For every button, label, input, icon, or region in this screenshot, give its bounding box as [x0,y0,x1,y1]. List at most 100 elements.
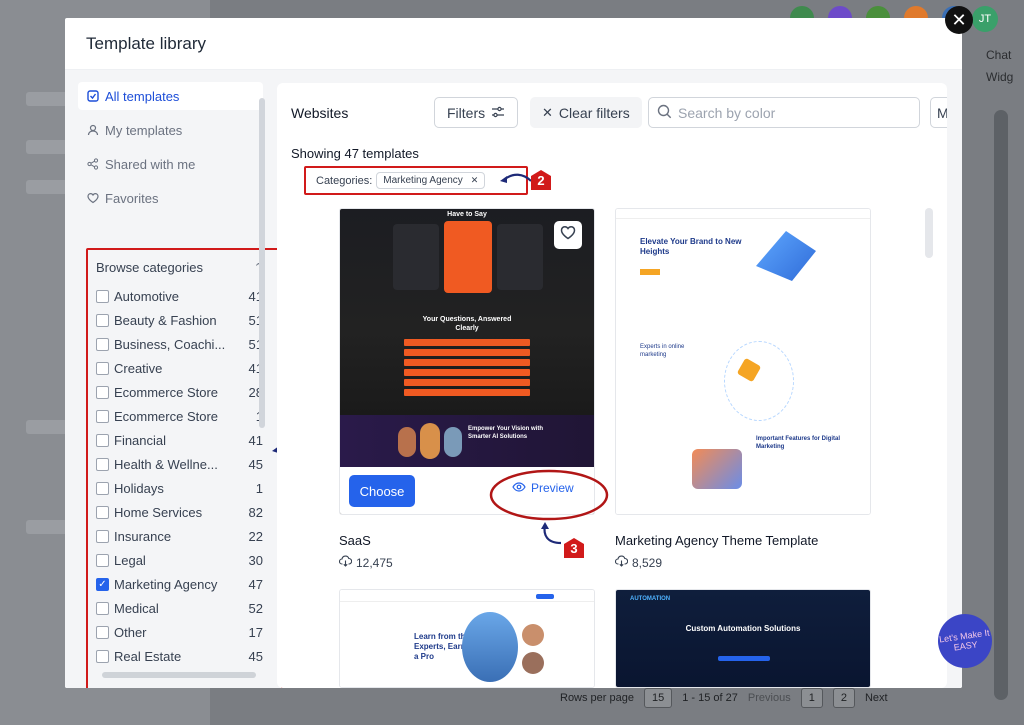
thumb-heading: Have to Say [447,211,487,218]
background-pager: Rows per page 15 1 - 15 of 27 Previous 1… [560,686,980,710]
thumb-panel [444,221,492,293]
thumb-brand: AUTOMATION [630,596,671,602]
category-item[interactable]: ✓ Marketing Agency 47 [88,572,281,596]
category-item[interactable]: Holidays 1 [88,476,281,500]
thumb-button [640,269,660,275]
category-item[interactable]: Ecommerce Store 28 [88,380,281,404]
categories-label: Categories: [316,174,373,187]
section-title: Websites [291,105,349,121]
nav-label: Favorites [105,190,159,206]
thumb-experts: Experts in online marketing [640,344,685,358]
thumb-vision: Empower Your Vision with Smarter AI Solu… [468,426,544,440]
category-item[interactable]: Health & Wellne... 45 [88,452,281,476]
category-checkbox[interactable] [96,601,109,615]
category-checkbox[interactable] [96,385,109,399]
thumb-faq-row [404,339,530,346]
category-item[interactable]: Financial 41 [88,428,281,452]
thumb-button [718,656,770,661]
thumb-heading: Elevate Your Brand to New Heights [640,237,742,256]
panel-scrollbar[interactable] [925,208,933,258]
categories-title: Browse categories [96,259,203,275]
category-name: Holidays [114,480,164,496]
heart-icon [560,225,576,245]
pager-previous: Previous [747,692,791,704]
template-card[interactable]: AUTOMATION Custom Automation Solutions [615,589,871,688]
nav-my-templates[interactable]: My templates [78,116,263,144]
filter-chip[interactable]: Marketing Agency ✕ [376,172,486,189]
close-modal-button[interactable]: ✕ [945,6,973,34]
category-checkbox[interactable]: ✓ [96,577,109,591]
nav-favorites[interactable]: Favorites [78,184,263,212]
category-item[interactable]: Automotive 41 [88,284,281,308]
category-name: Automotive [114,288,180,304]
filters-button[interactable]: Filters [434,97,519,128]
filters-label: Filters [447,104,486,121]
category-item[interactable]: Insurance 22 [88,524,281,548]
thumb-person [462,612,518,682]
category-name: Health & Wellne... [114,456,218,472]
sidebar-scrollbar[interactable] [259,98,265,428]
nav-label: My templates [105,122,183,138]
category-checkbox[interactable] [96,409,109,423]
category-item[interactable]: Creative 41 [88,356,281,380]
category-item[interactable]: Beauty & Fashion 51 [88,308,281,332]
template-library-modal: Template library All templates My templa… [65,18,962,688]
template-thumbnail: AUTOMATION Custom Automation Solutions [616,590,870,687]
category-item[interactable]: Ecommerce Store1 [88,404,281,428]
category-checkbox[interactable] [96,337,109,351]
category-checkbox[interactable] [96,313,109,327]
template-card[interactable]: Elevate Your Brand to New Heights Expert… [615,208,871,515]
category-count: 22 [248,528,263,544]
thumb-avatar [522,624,544,646]
category-list: Automotive 41 Beauty & Fashion 51 Business, … [88,284,281,668]
download-count: 8,529 [632,555,663,570]
category-checkbox[interactable] [96,457,109,471]
pager-page: 1 [800,688,823,708]
category-checkbox[interactable] [96,529,109,543]
thumb-button [536,594,554,599]
category-name: Business, Coachi... [114,336,226,352]
category-name: Medical [114,600,159,616]
category-checkbox[interactable] [96,433,109,447]
pager-next: Next [864,692,888,704]
template-card[interactable]: Learn from the Experts, Earn like a Pro [339,589,595,688]
share-icon [86,158,99,171]
category-checkbox[interactable] [96,481,109,495]
download-count: 12,475 [356,555,393,570]
thumb-person [420,423,440,459]
category-name: Real Estate [114,648,182,664]
category-checkbox[interactable] [96,505,109,519]
category-checkbox[interactable] [96,649,109,663]
category-checkbox[interactable] [96,361,109,375]
annotation-oval [489,469,609,521]
thumb-panel [393,224,439,290]
close-icon[interactable]: ✕ [471,175,479,186]
search-input[interactable]: Search by color [648,97,920,128]
categories-header[interactable]: Browse categories ⌃ [88,250,281,284]
nav-all-templates[interactable]: All templates [78,82,263,110]
category-count: 82 [248,504,263,520]
choose-button[interactable]: Choose [349,475,415,507]
category-checkbox[interactable] [96,625,109,639]
search-placeholder: Search by color [678,104,776,121]
category-item[interactable]: Other 17 [88,620,281,644]
category-count: 41 [248,432,263,448]
template-thumbnail: Elevate Your Brand to New Heights Expert… [616,209,870,514]
category-count: 45 [248,648,263,664]
clear-filters-button[interactable]: ✕ Clear filters [530,97,642,128]
thumb-faq-list [404,339,530,396]
nav-shared-with-me[interactable]: Shared with me [78,150,263,178]
favorite-button[interactable] [554,221,582,249]
category-checkbox[interactable] [96,553,109,567]
more-button[interactable]: M [930,97,947,128]
category-name: Marketing Agency [114,576,218,592]
category-item[interactable]: Home Services 82 [88,500,281,524]
category-item[interactable]: Legal 30 [88,548,281,572]
category-item[interactable]: Real Estate 45 [88,644,281,668]
category-item[interactable]: Business, Coachi... 51 [88,332,281,356]
templates-panel: Websites Filters ✕ Clear filters Search … [277,83,947,688]
thumb-faq-row [404,359,530,366]
category-checkbox[interactable] [96,289,109,303]
horizontal-scrollbar[interactable] [102,672,256,678]
category-item[interactable]: Medical 52 [88,596,281,620]
